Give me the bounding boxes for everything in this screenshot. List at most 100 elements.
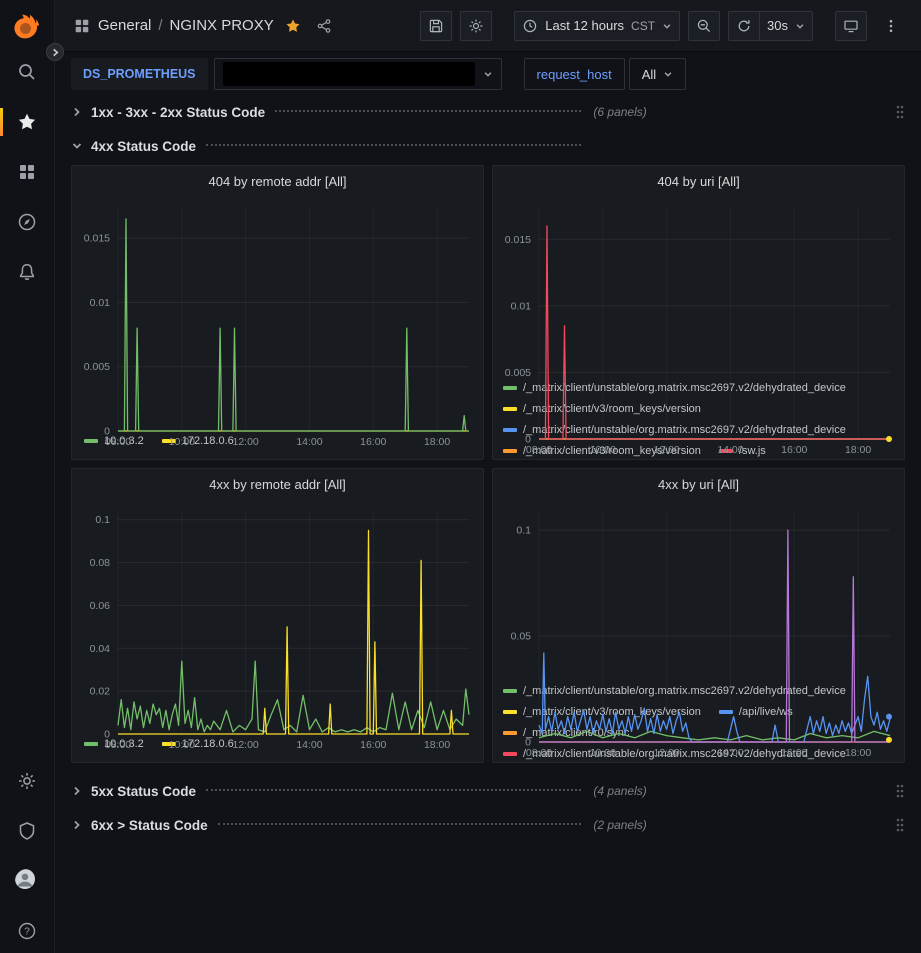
sidebar-item-profile[interactable] [0,869,54,893]
time-range-picker[interactable]: Last 12 hours CST [514,11,680,41]
bell-icon [17,262,37,282]
datasource-variable-select[interactable] [214,58,502,90]
sidebar-bottom-nav: ? [0,769,54,947]
refresh-interval-picker[interactable]: 30s [759,11,813,41]
tv-mode-button[interactable] [835,11,867,41]
breadcrumb-separator: / [158,17,162,34]
breadcrumb-root[interactable]: General [98,17,151,34]
topbar: General / NGINX PROXY Last 12 hours CST [55,0,921,52]
chevron-right-icon [71,106,83,118]
svg-text:08:00: 08:00 [526,444,552,456]
row-drag-handle[interactable] [895,104,905,120]
favorite-star-icon[interactable] [285,18,301,34]
svg-text:16:00: 16:00 [360,739,386,751]
sidebar-item-alerting[interactable] [0,260,54,284]
panel-title[interactable]: 404 by remote addr [All] [72,166,483,196]
timeseries-plot[interactable]: 00.0050.010.01508:0010:0012:0014:0016:00… [72,196,483,449]
dotted-filler [206,789,581,791]
svg-text:0.02: 0.02 [90,686,111,698]
grafana-logo-icon[interactable] [10,10,44,44]
timeseries-plot[interactable]: 00.0050.010.01508:0010:0012:0014:0016:00… [493,196,904,457]
compass-icon [17,212,37,232]
row-4xx[interactable]: 4xx Status Code [71,132,905,160]
svg-text:12:00: 12:00 [232,436,258,448]
row-heading: 5xx Status Code [91,784,591,799]
chevron-down-icon [795,21,805,31]
star-icon [17,112,37,132]
svg-text:16:00: 16:00 [360,436,386,448]
panel-title[interactable]: 404 by uri [All] [493,166,904,196]
sidebar-item-server-admin[interactable] [0,819,54,843]
zoom-out-icon [696,18,712,34]
sidebar-item-starred[interactable] [0,110,54,134]
plot-area: 00.0050.010.01508:0010:0012:0014:0016:00… [72,196,483,428]
sidebar-item-search[interactable] [0,60,54,84]
request-host-value-select[interactable]: All [629,58,686,90]
sidebar-item-configuration[interactable] [0,769,54,793]
row-drag-handle[interactable] [895,783,905,799]
gear-icon [468,18,484,34]
row-6xx[interactable]: 6xx > Status Code (2 panels) [71,811,905,839]
dashboard-settings-button[interactable] [460,11,492,41]
request-host-variable: request_host All [524,58,687,90]
datasource-value-redacted [223,62,475,86]
timezone-label: CST [631,19,655,33]
row-5xx[interactable]: 5xx Status Code (4 panels) [71,777,905,805]
svg-text:16:00: 16:00 [781,444,807,456]
save-icon [428,18,444,34]
chevron-down-icon [663,69,673,79]
timeseries-plot[interactable]: 00.050.108:0010:0012:0014:0016:0018:00 [493,499,904,760]
zoom-out-button[interactable] [688,11,720,41]
svg-text:14:00: 14:00 [296,436,322,448]
breadcrumb: General / NGINX PROXY [73,17,332,35]
dashboard-title[interactable]: NGINX PROXY [170,17,274,34]
refresh-group: 30s [728,11,813,41]
svg-text:0.01: 0.01 [90,297,111,309]
panel-404-by-remote-addr: 404 by remote addr [All] 00.0050.010.015… [71,165,484,460]
row-drag-handle[interactable] [895,817,905,833]
clock-icon [522,18,538,34]
sidebar: ? [0,0,55,953]
share-icon[interactable] [316,18,332,34]
sidebar-expand-button[interactable] [46,43,64,61]
chevron-right-icon [51,48,60,57]
dashboard-body: 1xx - 3xx - 2xx Status Code (6 panels) 4… [55,96,921,953]
sidebar-nav [0,60,54,284]
chevron-down-icon [71,140,83,152]
panel-title[interactable]: 4xx by remote addr [All] [72,469,483,499]
svg-text:0.1: 0.1 [95,514,110,526]
svg-text:12:00: 12:00 [232,739,258,751]
more-options-button[interactable] [875,11,907,41]
svg-text:0.01: 0.01 [511,300,532,312]
svg-text:12:00: 12:00 [653,747,679,759]
plot-area: 00.050.108:0010:0012:0014:0016:0018:00 [493,499,904,680]
svg-text:10:00: 10:00 [169,739,195,751]
refresh-interval-label: 30s [767,18,788,33]
request-host-value: All [642,67,656,82]
row-1xx-3xx-2xx[interactable]: 1xx - 3xx - 2xx Status Code (6 panels) [71,98,905,126]
request-host-label[interactable]: request_host [524,58,625,90]
datasource-variable-label: DS_PROMETHEUS [71,58,208,90]
svg-text:0.05: 0.05 [511,631,532,643]
svg-text:0.08: 0.08 [90,557,111,569]
save-dashboard-button[interactable] [420,11,452,41]
svg-text:14:00: 14:00 [717,444,743,456]
row-panel-count: (6 panels) [593,105,646,119]
row-heading: 4xx Status Code [91,139,591,154]
sidebar-item-help[interactable]: ? [0,919,54,943]
row-panel-count: (2 panels) [593,818,646,832]
search-icon [17,62,37,82]
timeseries-plot[interactable]: 00.020.040.060.080.108:0010:0012:0014:00… [72,499,483,752]
gear-icon [17,771,37,791]
panel-title[interactable]: 4xx by uri [All] [493,469,904,499]
sidebar-item-explore[interactable] [0,210,54,234]
svg-text:0.015: 0.015 [84,233,110,245]
refresh-button[interactable] [728,11,760,41]
svg-text:10:00: 10:00 [169,436,195,448]
dotted-filler [206,144,581,146]
avatar [15,869,39,893]
panel-4xx-by-uri: 4xx by uri [All] 00.050.108:0010:0012:00… [492,468,905,763]
sidebar-item-dashboards[interactable] [0,160,54,184]
svg-text:18:00: 18:00 [424,436,450,448]
topbar-actions: Last 12 hours CST 30s [420,11,907,41]
